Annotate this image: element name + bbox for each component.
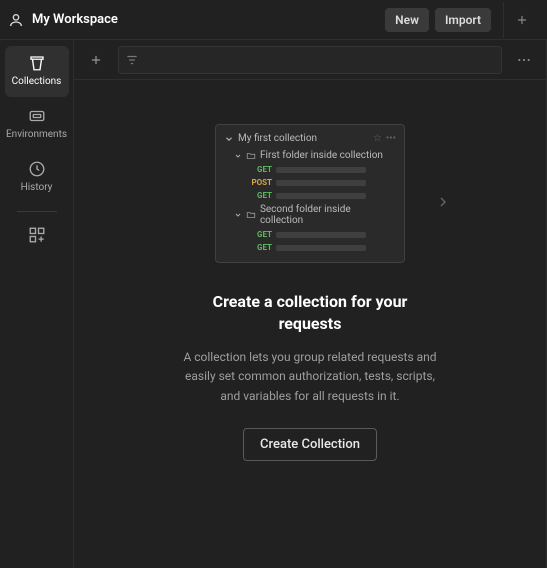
ellipsis-icon <box>516 52 532 68</box>
illus-folder1: First folder inside collection <box>260 150 383 161</box>
illus-collection-title: My first collection <box>238 133 369 144</box>
sidebar-item-label: Environments <box>6 129 67 140</box>
method-get: GET <box>250 230 272 239</box>
empty-state-illustration: My first collection ☆ ••• First folder i… <box>195 124 425 263</box>
sidebar-item-collections[interactable]: Collections <box>5 46 69 97</box>
method-get: GET <box>250 191 272 200</box>
method-get: GET <box>250 243 272 252</box>
collections-icon <box>28 54 46 72</box>
sidebar-item-configure[interactable] <box>5 220 69 250</box>
new-button[interactable]: New <box>385 8 429 32</box>
create-collection-button[interactable]: Create Collection <box>243 428 377 461</box>
more-options-button[interactable] <box>510 46 538 74</box>
request-placeholder-bar <box>276 232 366 238</box>
request-placeholder-bar <box>276 245 366 251</box>
illus-folder2: Second folder inside collection <box>260 204 396 226</box>
workspace-name-label: My Workspace <box>32 12 118 27</box>
import-button[interactable]: Import <box>435 8 491 32</box>
request-placeholder-bar <box>276 180 366 186</box>
chevron-right-icon <box>435 194 451 210</box>
workspace-switcher[interactable]: My Workspace <box>8 12 118 28</box>
sidebar-divider <box>17 211 57 212</box>
sidebar-item-history[interactable]: History <box>5 152 69 203</box>
method-post: POST <box>250 178 272 187</box>
method-get: GET <box>250 165 272 174</box>
empty-state-body: A collection lets you group related requ… <box>180 348 440 406</box>
plus-icon <box>515 13 529 27</box>
filter-bar <box>74 40 546 80</box>
plus-icon <box>89 53 103 67</box>
folder-icon <box>246 151 256 161</box>
add-button[interactable] <box>82 46 110 74</box>
history-icon <box>28 160 46 178</box>
user-icon <box>8 12 24 28</box>
add-tab-button[interactable] <box>503 2 539 38</box>
chevron-down-icon <box>234 211 242 219</box>
request-placeholder-bar <box>276 193 366 199</box>
empty-state-title: Create a collection for your requests <box>185 291 435 334</box>
request-placeholder-bar <box>276 167 366 173</box>
chevron-down-icon <box>224 134 234 144</box>
sidebar-item-label: History <box>21 182 53 193</box>
filter-input[interactable] <box>118 46 502 74</box>
sidebar-item-label: Collections <box>12 76 62 87</box>
folder-icon <box>246 210 256 220</box>
sidebar-item-environments[interactable]: Environments <box>5 99 69 150</box>
sidebar: Collections Environments History <box>0 40 74 568</box>
star-icon: ☆ <box>373 133 382 144</box>
ellipsis-icon: ••• <box>386 133 396 144</box>
chevron-down-icon <box>234 152 242 160</box>
filter-icon <box>125 53 139 67</box>
environments-icon <box>28 107 46 125</box>
grid-add-icon <box>28 226 46 244</box>
